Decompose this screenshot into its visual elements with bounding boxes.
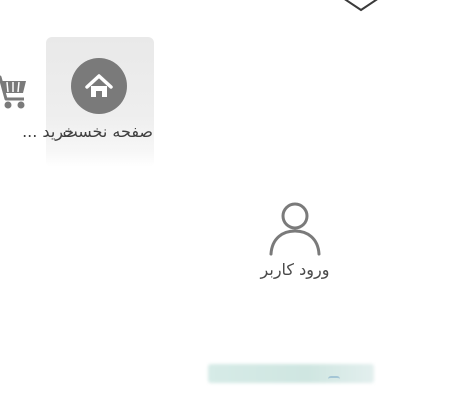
nav-item-home-label[interactable]: صفحه نخست [63,121,153,143]
home-icon [71,58,127,114]
login-button[interactable]: ورود کاربر [230,196,360,288]
nav-item-cart-label[interactable]: خرید ... [22,121,74,143]
login-label: ورود کاربر [260,260,330,279]
logo-icon [344,0,378,12]
cart-icon[interactable] [0,65,30,111]
blurred-text-fragment [328,376,340,383]
blurred-banner [208,364,374,383]
user-icon [269,202,321,256]
